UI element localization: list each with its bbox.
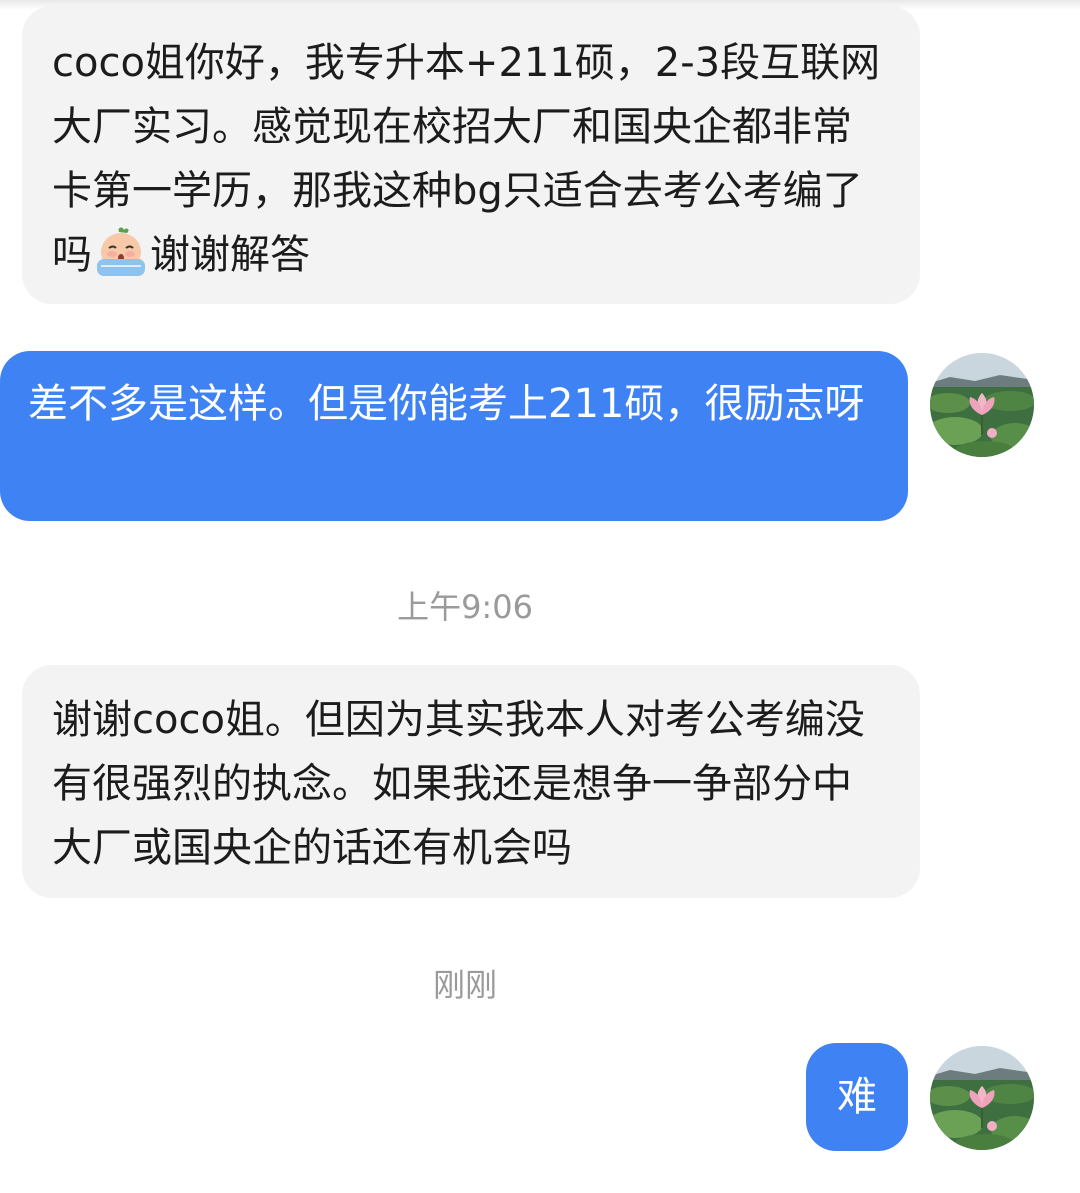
message-text: 谢谢coco姐。但因为其实我本人对考公考编没有很强烈的执念。如果我还是想争一争部… <box>52 697 865 871</box>
chat-view[interactable]: coco姐你好，我专升本+211硕，2-3段互联网大厂实习。感觉现在校招大厂和国… <box>0 0 1080 1193</box>
incoming-message-bubble[interactable]: 谢谢coco姐。但因为其实我本人对考公考编没有很强烈的执念。如果我还是想争一争部… <box>22 665 920 898</box>
outgoing-message-bubble[interactable]: 差不多是这样。但是你能考上211硕，很励志呀 <box>0 351 908 521</box>
message-text-continued: 谢谢解答 <box>150 232 310 278</box>
message-text: 差不多是这样。但是你能考上211硕，很励志呀 <box>28 381 865 427</box>
crying-face-emoji-icon <box>97 227 145 276</box>
avatar[interactable] <box>930 1046 1034 1150</box>
timestamp: 上午9:06 <box>397 588 533 626</box>
outgoing-message-bubble[interactable]: 难 <box>806 1043 908 1151</box>
timestamp: 刚刚 <box>432 966 497 1004</box>
lotus-pond-avatar-icon <box>930 1046 1034 1150</box>
avatar[interactable] <box>930 353 1034 457</box>
lotus-pond-avatar-icon <box>930 353 1034 457</box>
message-text: 难 <box>837 1074 877 1120</box>
incoming-message-bubble[interactable]: coco姐你好，我专升本+211硕，2-3段互联网大厂实习。感觉现在校招大厂和国… <box>22 6 920 304</box>
